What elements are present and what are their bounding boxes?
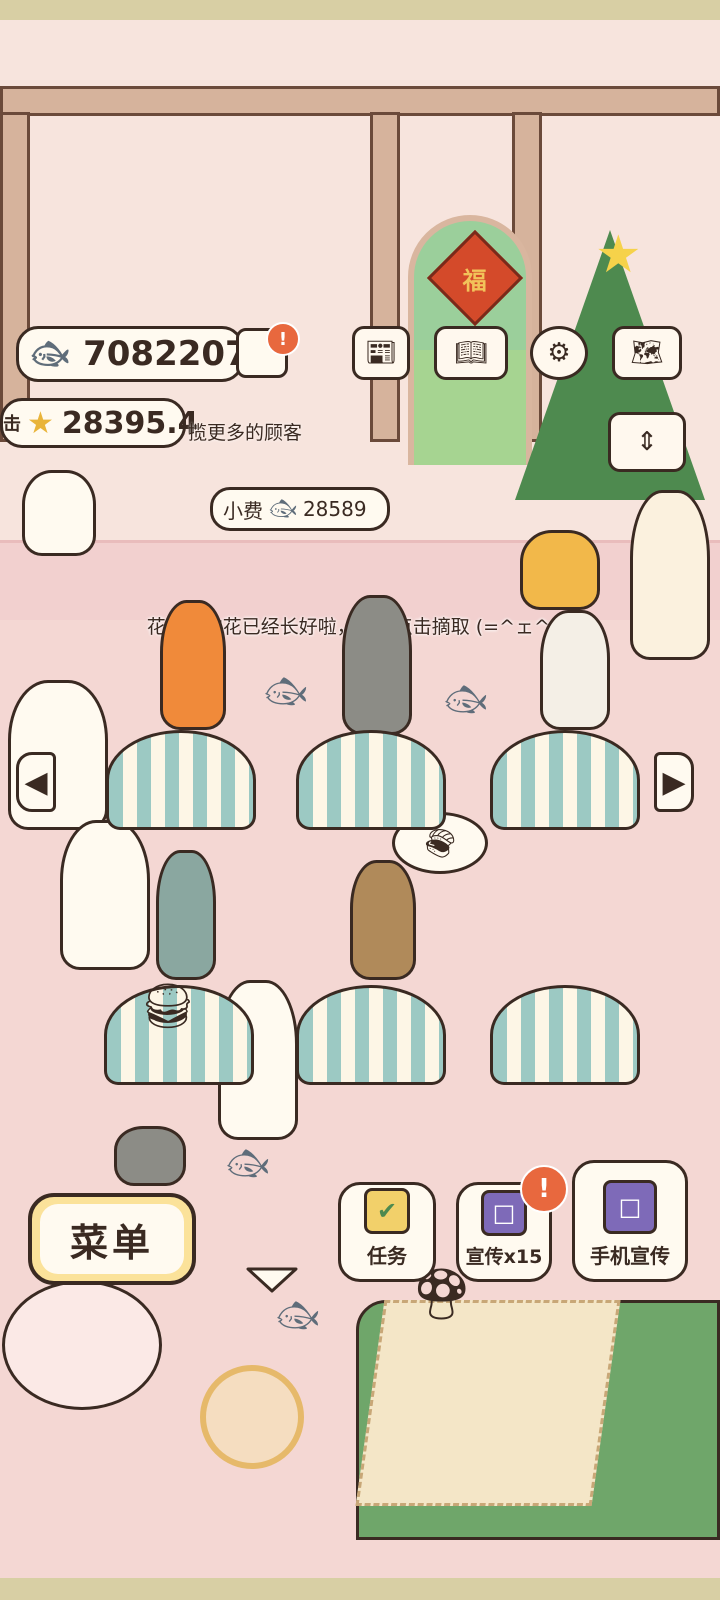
tree-star-icon: ★ <box>595 225 642 285</box>
menu-button-label: 菜单 <box>40 1204 184 1274</box>
newspaper-icon[interactable]: 📰︎ <box>352 326 410 380</box>
fish-icon: 🐟︎ <box>269 496 297 522</box>
cat-waiter[interactable] <box>630 490 710 660</box>
task-button-label: 任务 <box>367 1244 407 1268</box>
sort-toggle-icon[interactable]: ⇕ <box>608 412 686 472</box>
pillar-center <box>370 112 400 442</box>
fish-icon: 🐟︎ <box>31 336 70 372</box>
book-paw-icon[interactable]: 📖︎ <box>434 326 508 380</box>
promo-alert-badge: ! <box>520 1165 568 1213</box>
chef-cat[interactable] <box>22 470 96 556</box>
tip-bubble[interactable]: 小费 🐟︎ 28589 <box>210 487 390 531</box>
fish-count: 7082207 <box>83 334 249 374</box>
rabbit-customers[interactable] <box>60 820 150 970</box>
phone-promo-button[interactable]: □ 手机宣传 <box>572 1160 688 1282</box>
fox-customer[interactable] <box>160 600 226 730</box>
task-button[interactable]: ✔ 任务 <box>338 1182 436 1282</box>
star-count: 28395.4 <box>61 405 199 441</box>
dining-table-3[interactable] <box>490 730 640 830</box>
partial-text-left: 击 <box>3 414 21 435</box>
shepherd-dog-customer[interactable] <box>350 860 416 980</box>
fish-icon[interactable]: 🐟︎ <box>444 680 487 720</box>
wolf-customer[interactable] <box>342 595 412 735</box>
fish-icon[interactable]: 🐟︎ <box>276 1296 319 1336</box>
dining-table-2[interactable] <box>296 730 446 830</box>
oval-mirror <box>200 1365 304 1469</box>
settings-gear-icon[interactable]: ⚙ <box>530 326 588 380</box>
fox-waiter[interactable] <box>520 530 600 610</box>
phone-icon: □ <box>481 1190 527 1236</box>
scroll-left-arrow[interactable]: ◀ <box>16 752 56 812</box>
tea-table <box>355 1300 621 1506</box>
attract-customers-text: 揽更多的顾客 <box>188 422 303 444</box>
pillar-left <box>0 112 30 442</box>
scroll-right-arrow[interactable]: ▶ <box>654 752 694 812</box>
map-icon[interactable]: 🗺︎ <box>612 326 682 380</box>
menu-button[interactable]: 菜单 <box>28 1193 196 1285</box>
star-currency-counter: 击 ★ 28395.4 <box>0 398 199 448</box>
tip-amount: 28589 <box>302 497 367 521</box>
tip-label: 小费 <box>223 498 263 523</box>
dining-table-6[interactable] <box>490 985 640 1085</box>
phone-icon: □ <box>603 1180 657 1234</box>
fish-icon[interactable]: 🐟︎ <box>226 1144 269 1184</box>
expand-down-arrow[interactable] <box>244 1265 300 1295</box>
star-icon: ★ <box>27 405 54 441</box>
burger-food: 🍔︎ <box>140 981 196 1032</box>
bottom-nav-bar <box>0 1578 720 1600</box>
promo-button-label: 宣传x15 <box>465 1246 543 1268</box>
fish-currency-counter: 🐟︎ 7082207 <box>16 326 249 382</box>
checkmark-icon: ✔ <box>364 1188 410 1234</box>
hyena-customer[interactable] <box>156 850 216 980</box>
cart-alert-badge: ! <box>266 322 300 356</box>
badger-customer[interactable] <box>540 610 610 730</box>
gumball-machine <box>2 1280 162 1410</box>
ceiling-beam <box>0 86 720 116</box>
wolf-pup[interactable] <box>114 1126 186 1186</box>
fish-icon[interactable]: 🐟︎ <box>264 672 307 712</box>
phone-promo-button-label: 手机宣传 <box>590 1244 670 1268</box>
dining-table-1[interactable] <box>106 730 256 830</box>
dining-table-5[interactable] <box>296 985 446 1085</box>
top-status-bar <box>0 0 720 20</box>
